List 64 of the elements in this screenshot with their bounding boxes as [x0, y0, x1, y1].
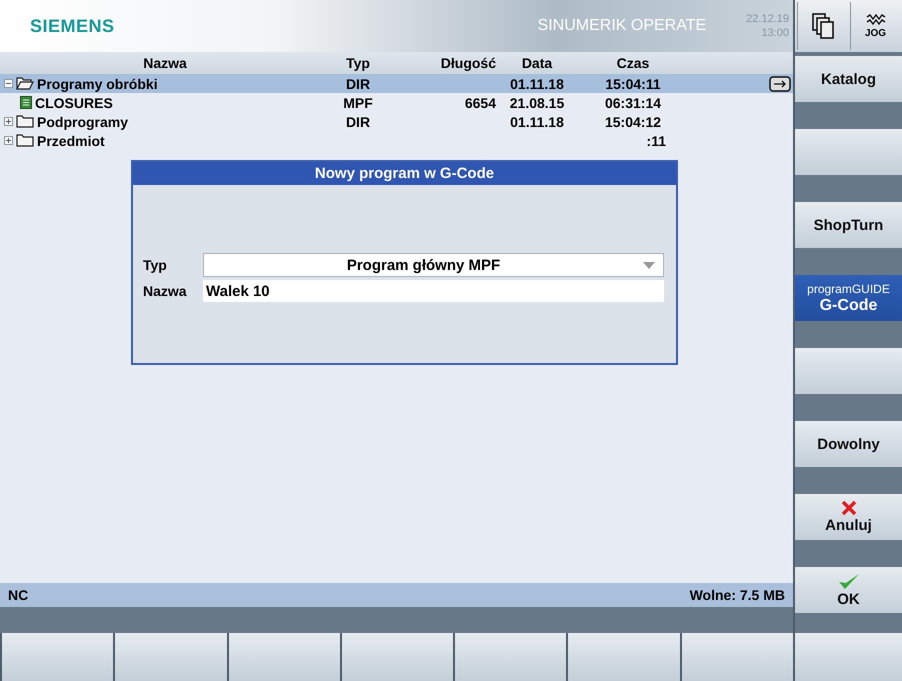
softkey[interactable] — [682, 633, 793, 681]
field-label: Typ — [143, 257, 168, 273]
column-header[interactable]: Data — [496, 55, 578, 71]
file-length: 6654 — [464, 94, 496, 110]
open-folder-icon — [16, 77, 34, 90]
file-time: 06:31:14 — [604, 94, 662, 110]
windows-icon — [812, 13, 834, 39]
softkey[interactable] — [795, 633, 902, 681]
file-date: 21.08.15 — [508, 94, 566, 110]
document-icon — [20, 96, 32, 109]
column-header[interactable]: Typ — [330, 55, 386, 71]
folder-icon — [16, 134, 34, 147]
file-row[interactable]: Podprogramy DIR 01.11.18 15:04:12 — [0, 112, 793, 131]
dialog-title: Nowy program w G-Code — [133, 162, 676, 185]
softkey[interactable] — [115, 633, 227, 681]
file-type: DIR — [344, 114, 372, 130]
softkey[interactable]: ShopTurn — [795, 202, 902, 248]
name-input[interactable]: Walek 10 — [203, 280, 664, 302]
softkey[interactable] — [2, 633, 114, 681]
softkey[interactable] — [342, 633, 454, 681]
brand-logo: SIEMENS — [30, 16, 115, 36]
softkey[interactable]: programGUIDE G-Code — [795, 275, 902, 321]
arrow-key-icon — [769, 76, 791, 92]
file-date: 01.11.18 — [509, 114, 565, 130]
file-name: Przedmiot — [37, 132, 105, 148]
cancel-button[interactable]: Anuluj — [795, 494, 902, 540]
file-row[interactable]: Programy obróbki DIR 01.11.18 15:04:11 — [0, 74, 793, 93]
file-type: DIR — [344, 76, 372, 92]
column-header[interactable]: Czas — [578, 55, 688, 71]
file-time: 15:04:11 — [604, 76, 662, 92]
softkey[interactable] — [455, 633, 566, 681]
file-time: 15:04:12 — [604, 114, 662, 130]
file-date: 01.11.18 — [509, 76, 565, 92]
file-time: :11 — [646, 132, 667, 148]
folder-icon — [16, 115, 34, 128]
field-label: Nazwa — [143, 283, 188, 299]
dropdown-caret-icon — [643, 262, 655, 268]
status-left: NC — [8, 587, 28, 603]
expand-icon[interactable] — [4, 117, 13, 126]
product-title: SINUMERIK OPERATE — [538, 17, 706, 35]
file-name: Programy obróbki — [37, 76, 158, 92]
expand-icon[interactable] — [4, 136, 13, 145]
date-text: 22.12.19 — [746, 12, 789, 26]
free-space: Wolne: 7.5 MB — [690, 587, 785, 603]
softkey[interactable]: Dowolny — [795, 421, 902, 467]
file-row[interactable]: CLOSURES MPF 6654 21.08.15 06:31:14 — [0, 93, 793, 112]
ok-button[interactable]: OK — [795, 567, 902, 613]
column-header[interactable]: Nazwa — [0, 55, 330, 71]
file-row[interactable]: Przedmiot :11 — [0, 131, 793, 150]
softkey[interactable] — [795, 348, 902, 394]
softkey[interactable] — [568, 633, 680, 681]
type-dropdown[interactable]: Program główny MPF — [203, 253, 664, 277]
time-text: 13:00 — [761, 26, 789, 40]
column-header[interactable]: Długość — [386, 55, 496, 71]
softkey[interactable] — [795, 129, 902, 175]
file-name: CLOSURES — [35, 94, 113, 110]
check-icon — [838, 572, 860, 590]
wave-icon — [866, 14, 886, 28]
collapse-icon[interactable] — [4, 79, 13, 88]
softkey[interactable]: Katalog — [795, 56, 902, 102]
file-name: Podprogramy — [37, 114, 128, 130]
file-type: MPF — [342, 94, 374, 110]
cross-icon — [840, 500, 856, 516]
softkey[interactable] — [228, 633, 340, 681]
